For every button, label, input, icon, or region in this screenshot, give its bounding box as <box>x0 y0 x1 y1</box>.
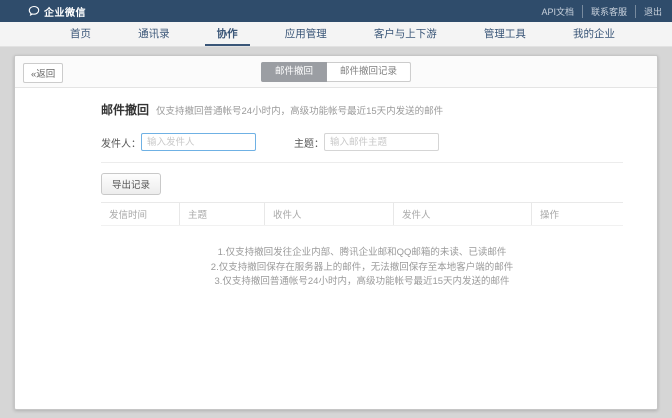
topbar-link-logout[interactable]: 退出 <box>635 5 662 18</box>
recall-note-1: 1.仅支持撤回发往企业内部、腾讯企业邮和QQ邮箱的未读、已读邮件 <box>101 246 623 261</box>
chat-bubble-logo-icon <box>28 5 40 17</box>
nav-item-app-management[interactable]: 应用管理 <box>273 22 339 46</box>
nav-item-collaboration[interactable]: 协作 <box>205 22 250 46</box>
brand[interactable]: 企业微信 <box>28 4 86 19</box>
subject-input[interactable] <box>324 133 439 151</box>
tabs: 邮件撤回 邮件撤回记录 <box>261 62 411 82</box>
topbar-link-contact-support[interactable]: 联系客服 <box>582 5 627 18</box>
tab-mail-recall-records[interactable]: 邮件撤回记录 <box>327 62 411 82</box>
topbar-link-api-docs[interactable]: API文档 <box>541 5 574 18</box>
topbar: 企业微信 API文档 联系客服 退出 <box>0 0 672 22</box>
topbar-links: API文档 联系客服 退出 <box>541 5 662 18</box>
card-body: 邮件撤回 仅支持撤回普通帐号24小时内，高级功能帐号最近15天内发送的邮件 发件… <box>15 88 657 290</box>
column-header-subject: 主题 <box>180 203 265 225</box>
nav-item-my-company[interactable]: 我的企业 <box>561 22 627 46</box>
column-header-send-time: 发信时间 <box>101 203 180 225</box>
form-divider <box>101 162 623 163</box>
search-form: 发件人： 主题： <box>101 133 619 151</box>
recall-notes: 1.仅支持撤回发往企业内部、腾讯企业邮和QQ邮箱的未读、已读邮件 2.仅支持撤回… <box>101 246 623 290</box>
page-title: 邮件撤回 <box>101 101 149 118</box>
nav-item-customers-upstream-downstream[interactable]: 客户与上下游 <box>362 22 449 46</box>
column-header-sender: 发件人 <box>394 203 532 225</box>
card-header: «返回 邮件撤回 邮件撤回记录 <box>15 56 657 88</box>
brand-name: 企业微信 <box>44 4 86 19</box>
table-header: 发信时间 主题 收件人 发件人 操作 <box>101 202 623 226</box>
tab-mail-recall[interactable]: 邮件撤回 <box>261 62 327 82</box>
column-header-recipient: 收件人 <box>265 203 394 225</box>
back-button[interactable]: «返回 <box>23 63 63 83</box>
export-records-button[interactable]: 导出记录 <box>101 173 161 195</box>
title-row: 邮件撤回 仅支持撤回普通帐号24小时内，高级功能帐号最近15天内发送的邮件 <box>101 101 619 118</box>
nav-item-home[interactable]: 首页 <box>58 22 103 46</box>
nav-item-contacts[interactable]: 通讯录 <box>126 22 182 46</box>
sender-input[interactable] <box>141 133 256 151</box>
sender-label: 发件人： <box>101 135 141 150</box>
content-card: «返回 邮件撤回 邮件撤回记录 邮件撤回 仅支持撤回普通帐号24小时内，高级功能… <box>14 55 658 410</box>
subject-label: 主题： <box>294 135 324 150</box>
recall-note-2: 2.仅支持撤回保存在服务器上的邮件，无法撤回保存至本地客户端的邮件 <box>101 261 623 276</box>
page-subtitle: 仅支持撤回普通帐号24小时内，高级功能帐号最近15天内发送的邮件 <box>156 103 443 117</box>
main-nav: 首页 通讯录 协作 应用管理 客户与上下游 管理工具 我的企业 <box>0 22 672 47</box>
back-button-label: 返回 <box>36 69 55 80</box>
nav-item-management-tools[interactable]: 管理工具 <box>472 22 538 46</box>
recall-note-3: 3.仅支持撤回普通帐号24小时内，高级功能帐号最近15天内发送的邮件 <box>101 275 623 290</box>
column-header-actions: 操作 <box>532 203 623 225</box>
